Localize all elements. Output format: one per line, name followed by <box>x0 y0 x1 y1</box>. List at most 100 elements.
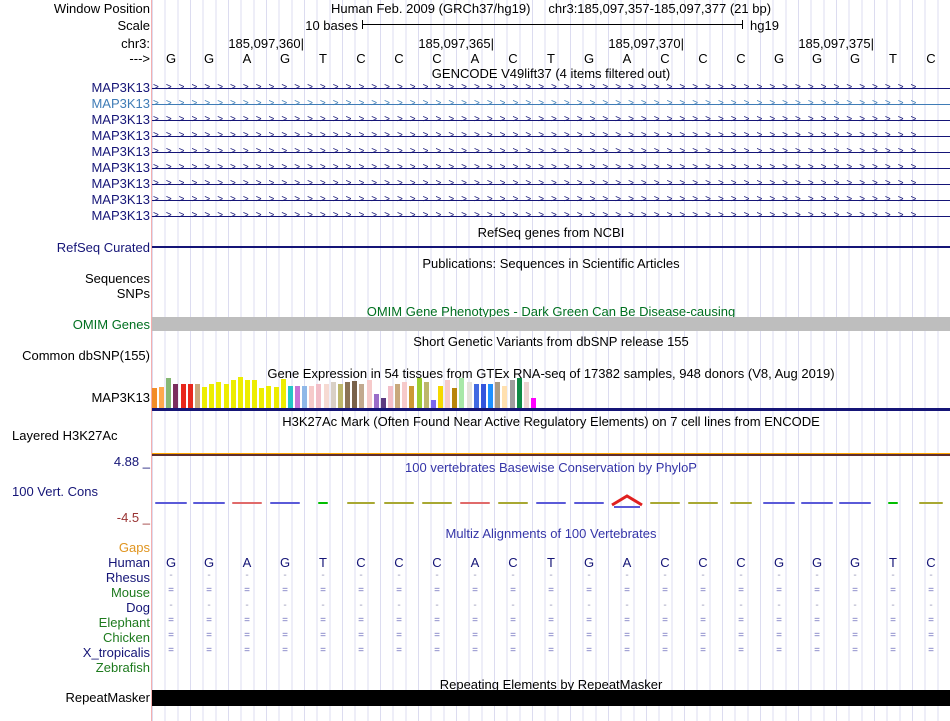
double-line-glyph: = <box>206 645 212 656</box>
gtex-tissue-bar <box>309 386 315 408</box>
gap-dash-glyph: - <box>397 600 401 611</box>
double-line-glyph: = <box>814 615 820 626</box>
refseq-track-title: RefSeq genes from NCBI <box>477 225 625 240</box>
gencode-transcript-label[interactable]: MAP3K13 <box>91 160 150 175</box>
double-line-glyph: = <box>434 585 440 596</box>
gtex-tissue-bar <box>473 384 479 408</box>
gtex-tissue-bar <box>187 384 193 408</box>
base-letter: T <box>889 555 897 570</box>
double-line-glyph: = <box>586 585 592 596</box>
gtex-tissue-bar <box>516 378 522 408</box>
repeatmasker-element-bar[interactable] <box>152 690 950 706</box>
alignment-row-human[interactable]: GGAGTCCCACTGACCCGGGTC <box>152 555 950 570</box>
strand-arrows: >>>>>>>>>>>>>>>>>>>>>>>>>>>>>>>>>>>>>>>>… <box>153 210 924 221</box>
sequences-label[interactable]: Sequences <box>85 271 150 286</box>
gencode-transcript-label[interactable]: MAP3K13 <box>91 144 150 159</box>
species-label-x_tropicalis[interactable]: X_tropicalis <box>83 645 150 660</box>
gencode-transcript-label[interactable]: MAP3K13 <box>91 80 150 95</box>
base-letter: A <box>242 555 252 570</box>
gap-dash-glyph: - <box>663 570 667 581</box>
phylop-dash <box>422 502 452 504</box>
double-line-glyph: = <box>624 585 630 596</box>
species-label-gaps[interactable]: Gaps <box>119 540 150 555</box>
alignment-row-chicken[interactable]: = = = = = = = = = = = = = = = = = = = = = <box>152 630 950 641</box>
double-line-glyph: = <box>662 585 668 596</box>
gap-dash-glyph: - <box>625 570 629 581</box>
gtex-tissue-bar <box>366 380 372 408</box>
gencode-transcript-label[interactable]: MAP3K13 <box>91 96 150 111</box>
refseq-curated-label[interactable]: RefSeq Curated <box>57 240 150 255</box>
gap-dash-glyph: - <box>207 570 211 581</box>
species-label-elephant[interactable]: Elephant <box>99 615 150 630</box>
base-letter: T <box>319 555 327 570</box>
gap-dash-glyph: - <box>853 600 857 611</box>
omim-genes-label[interactable]: OMIM Genes <box>73 317 150 332</box>
base-letter: C <box>432 555 442 570</box>
species-label-mouse[interactable]: Mouse <box>111 585 150 600</box>
gap-dash-glyph: - <box>435 600 439 611</box>
repeatmasker-label[interactable]: RepeatMasker <box>65 690 150 705</box>
genome-browser-image: Window Position Human Feb. 2009 (GRCh37/… <box>0 0 950 721</box>
window-position-label: Window Position <box>53 1 150 16</box>
species-label-chicken[interactable]: Chicken <box>103 630 150 645</box>
base-letter: G <box>279 51 291 66</box>
alignment-row-rhesus[interactable]: --------------------- <box>152 570 950 581</box>
gap-dash-glyph: - <box>549 570 553 581</box>
species-label-zebrafish[interactable]: Zebrafish <box>96 660 150 675</box>
h3k27ac-label[interactable]: Layered H3K27Ac <box>12 428 118 443</box>
phylop-track-label[interactable]: 100 Vert. Cons <box>12 484 98 499</box>
alignment-row-elephant[interactable]: = = = = = = = = = = = = = = = = = = = = = <box>152 615 950 626</box>
phylop-peak <box>611 494 643 508</box>
species-label-rhesus[interactable]: Rhesus <box>106 570 150 585</box>
scale-ruler <box>362 20 743 29</box>
gap-dash-glyph: - <box>473 570 477 581</box>
dbsnp-label[interactable]: Common dbSNP(155) <box>22 348 150 363</box>
gencode-transcript-label[interactable]: MAP3K13 <box>91 208 150 223</box>
phylop-dash <box>730 502 752 504</box>
alignment-row-dog[interactable]: --------------------- <box>152 600 950 611</box>
phylop-dash <box>650 502 680 504</box>
phylop-dash <box>574 502 604 504</box>
strand-arrows: >>>>>>>>>>>>>>>>>>>>>>>>>>>>>>>>>>>>>>>>… <box>153 146 924 157</box>
gencode-transcript-label[interactable]: MAP3K13 <box>91 128 150 143</box>
double-line-glyph: = <box>396 645 402 656</box>
base-letter: G <box>583 555 595 570</box>
alignment-row-x_tropicalis[interactable]: = = = = = = = = = = = = = = = = = = = = = <box>152 645 950 656</box>
base-letter: A <box>470 51 480 66</box>
gap-dash-glyph: - <box>739 600 743 611</box>
double-line-glyph: = <box>434 630 440 641</box>
gap-dash-glyph: - <box>891 600 895 611</box>
gtex-tissue-bar <box>445 380 451 408</box>
species-label-human[interactable]: Human <box>108 555 150 570</box>
double-line-glyph: = <box>662 615 668 626</box>
double-line-glyph: = <box>852 585 858 596</box>
gtex-tissue-bar <box>530 398 536 408</box>
gtex-tissue-bar <box>223 384 229 408</box>
snps-label[interactable]: SNPs <box>117 286 150 301</box>
species-label-dog[interactable]: Dog <box>126 600 150 615</box>
base-letter: G <box>849 51 861 66</box>
gtex-gene-label[interactable]: MAP3K13 <box>91 390 150 405</box>
double-line-glyph: = <box>776 645 782 656</box>
gtex-baseline <box>152 408 950 411</box>
gap-dash-glyph: - <box>587 570 591 581</box>
gap-dash-glyph: - <box>435 570 439 581</box>
base-letter: G <box>773 51 785 66</box>
double-line-glyph: = <box>890 630 896 641</box>
base-letter: G <box>811 51 823 66</box>
gencode-transcript-label[interactable]: MAP3K13 <box>91 176 150 191</box>
refseq-gene-bar[interactable] <box>152 246 950 248</box>
double-line-glyph: = <box>510 630 516 641</box>
gtex-tissue-bar <box>430 400 436 408</box>
gencode-transcript-label[interactable]: MAP3K13 <box>91 112 150 127</box>
omim-gene-bar[interactable] <box>152 317 950 331</box>
publications-track-title: Publications: Sequences in Scientific Ar… <box>422 256 680 271</box>
gencode-transcript-label[interactable]: MAP3K13 <box>91 192 150 207</box>
phylop-dash <box>763 502 795 504</box>
alignment-row-mouse[interactable]: = = = = = = = = = = = = = = = = = = = = = <box>152 585 950 596</box>
gtex-tissue-bar <box>395 384 401 408</box>
gap-dash-glyph: - <box>207 600 211 611</box>
base-letter: C <box>926 51 936 66</box>
double-line-glyph: = <box>358 615 364 626</box>
double-line-glyph: = <box>282 645 288 656</box>
